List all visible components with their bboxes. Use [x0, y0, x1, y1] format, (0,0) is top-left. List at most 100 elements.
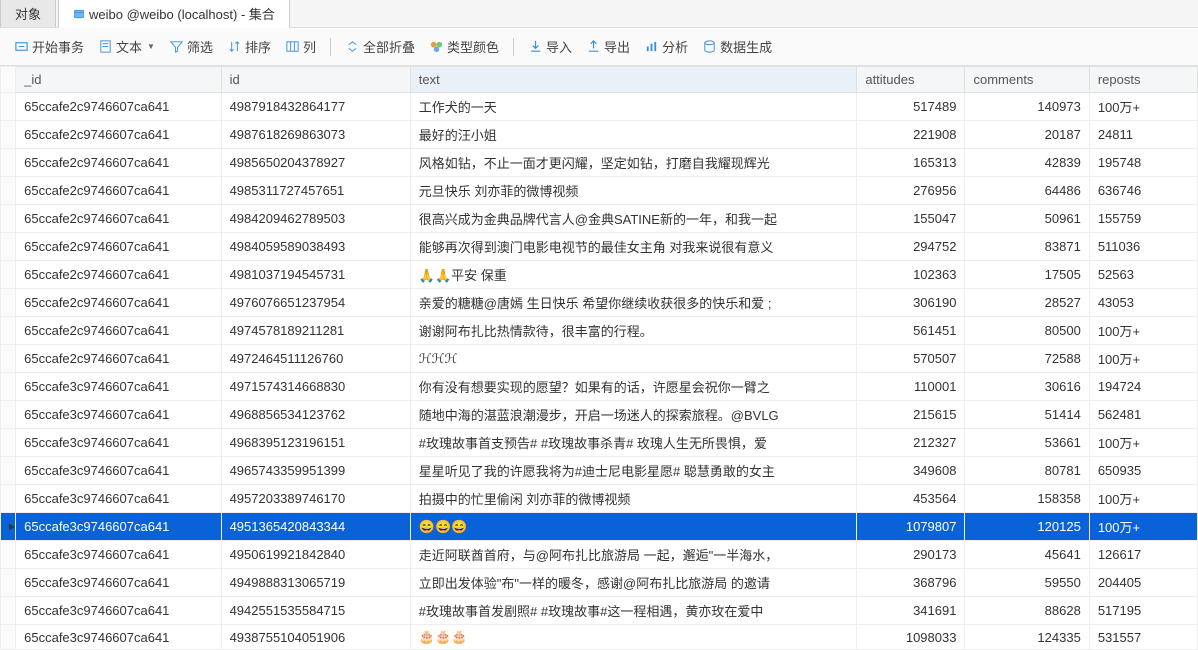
cell-id[interactable]: 4971574314668830	[221, 373, 410, 401]
cell-reposts[interactable]: 100万+	[1089, 513, 1197, 541]
cell-text[interactable]: #玫瑰故事首发剧照# #玫瑰故事#这一程相遇，黄亦玫在爱中	[410, 597, 857, 625]
row-handle[interactable]	[1, 513, 16, 541]
cell-comments[interactable]: 28527	[965, 289, 1089, 317]
cell-comments[interactable]: 83871	[965, 233, 1089, 261]
cell-reposts[interactable]: 650935	[1089, 457, 1197, 485]
cell-oid[interactable]: 65ccafe2c9746607ca641	[16, 345, 221, 373]
cell-text[interactable]: 随地中海的湛蓝浪潮漫步，开启一场迷人的探索旅程。@BVLG	[410, 401, 857, 429]
row-handle[interactable]	[1, 373, 16, 401]
row-handle[interactable]	[1, 121, 16, 149]
cell-reposts[interactable]: 100万+	[1089, 485, 1197, 513]
cell-reposts[interactable]: 100万+	[1089, 93, 1197, 121]
cell-oid[interactable]: 65ccafe2c9746607ca641	[16, 93, 221, 121]
cell-text[interactable]: 元旦快乐 刘亦菲的微博视频	[410, 177, 857, 205]
cell-oid[interactable]: 65ccafe2c9746607ca641	[16, 149, 221, 177]
table-row[interactable]: 65ccafe3c9746607ca6414942551535584715#玫瑰…	[1, 597, 1198, 625]
cell-attitudes[interactable]: 1098033	[857, 625, 965, 650]
cell-reposts[interactable]: 636746	[1089, 177, 1197, 205]
cell-oid[interactable]: 65ccafe3c9746607ca641	[16, 429, 221, 457]
table-row[interactable]: 65ccafe3c9746607ca6414968395123196151#玫瑰…	[1, 429, 1198, 457]
cell-oid[interactable]: 65ccafe2c9746607ca641	[16, 177, 221, 205]
cell-comments[interactable]: 88628	[965, 597, 1089, 625]
cell-attitudes[interactable]: 341691	[857, 597, 965, 625]
cell-attitudes[interactable]: 368796	[857, 569, 965, 597]
cell-id[interactable]: 4942551535584715	[221, 597, 410, 625]
cell-reposts[interactable]: 531557	[1089, 625, 1197, 650]
col-header-text[interactable]: text	[410, 67, 857, 93]
cell-comments[interactable]: 158358	[965, 485, 1089, 513]
cell-reposts[interactable]: 562481	[1089, 401, 1197, 429]
type-color-button[interactable]: 类型颜色	[423, 34, 505, 59]
cell-comments[interactable]: 42839	[965, 149, 1089, 177]
table-row[interactable]: 65ccafe3c9746607ca6414949888313065719立即出…	[1, 569, 1198, 597]
tab-collection[interactable]: weibo @weibo (localhost) - 集合	[58, 0, 290, 28]
begin-transaction-button[interactable]: 开始事务	[8, 34, 90, 59]
cell-id[interactable]: 4950619921842840	[221, 541, 410, 569]
table-row[interactable]: 65ccafe3c9746607ca6414957203389746170拍摄中…	[1, 485, 1198, 513]
cell-oid[interactable]: 65ccafe2c9746607ca641	[16, 289, 221, 317]
cell-oid[interactable]: 65ccafe2c9746607ca641	[16, 261, 221, 289]
row-handle[interactable]	[1, 233, 16, 261]
row-handle[interactable]	[1, 485, 16, 513]
cell-comments[interactable]: 124335	[965, 625, 1089, 650]
cell-attitudes[interactable]: 276956	[857, 177, 965, 205]
cell-oid[interactable]: 65ccafe2c9746607ca641	[16, 205, 221, 233]
cell-comments[interactable]: 51414	[965, 401, 1089, 429]
col-header-id[interactable]: id	[221, 67, 410, 93]
col-header-reposts[interactable]: reposts	[1089, 67, 1197, 93]
cell-attitudes[interactable]: 110001	[857, 373, 965, 401]
cell-text[interactable]: 你有没有想要实现的愿望？如果有的话，许愿星会祝你一臂之	[410, 373, 857, 401]
data-gen-button[interactable]: 数据生成	[696, 34, 778, 59]
table-row[interactable]: 65ccafe2c9746607ca6414974578189211281谢谢阿…	[1, 317, 1198, 345]
cell-id[interactable]: 4957203389746170	[221, 485, 410, 513]
table-row[interactable]: 65ccafe2c9746607ca6414984209462789503很高兴…	[1, 205, 1198, 233]
cell-id[interactable]: 4985650204378927	[221, 149, 410, 177]
cell-comments[interactable]: 80781	[965, 457, 1089, 485]
cell-reposts[interactable]: 100万+	[1089, 317, 1197, 345]
cell-oid[interactable]: 65ccafe3c9746607ca641	[16, 401, 221, 429]
row-handle[interactable]	[1, 597, 16, 625]
cell-text[interactable]: 星星听见了我的许愿我将为#迪士尼电影星愿# 聪慧勇敢的女主	[410, 457, 857, 485]
cell-attitudes[interactable]: 155047	[857, 205, 965, 233]
cell-text[interactable]: 🎂🎂🎂	[410, 625, 857, 650]
row-handle[interactable]	[1, 317, 16, 345]
row-handle[interactable]	[1, 345, 16, 373]
cell-reposts[interactable]: 100万+	[1089, 345, 1197, 373]
cell-comments[interactable]: 45641	[965, 541, 1089, 569]
table-row[interactable]: 65ccafe3c9746607ca6414968856534123762随地中…	[1, 401, 1198, 429]
cell-comments[interactable]: 20187	[965, 121, 1089, 149]
cell-attitudes[interactable]: 165313	[857, 149, 965, 177]
table-row[interactable]: 65ccafe2c9746607ca6414981037194545731🙏🙏平…	[1, 261, 1198, 289]
cell-comments[interactable]: 80500	[965, 317, 1089, 345]
cell-comments[interactable]: 17505	[965, 261, 1089, 289]
row-handle[interactable]	[1, 289, 16, 317]
row-handle[interactable]	[1, 429, 16, 457]
cell-oid[interactable]: 65ccafe2c9746607ca641	[16, 317, 221, 345]
text-button[interactable]: 文本 ▼	[92, 34, 161, 59]
cell-reposts[interactable]: 517195	[1089, 597, 1197, 625]
cell-id[interactable]: 4938755104051906	[221, 625, 410, 650]
cell-text[interactable]: 最好的汪小姐	[410, 121, 857, 149]
tab-objects[interactable]: 对象	[0, 0, 56, 27]
data-grid[interactable]: _id id text attitudes comments reposts 6…	[0, 66, 1198, 650]
col-header-attitudes[interactable]: attitudes	[857, 67, 965, 93]
cell-text[interactable]: 拍摄中的忙里偷闲 刘亦菲的微博视频	[410, 485, 857, 513]
analyze-button[interactable]: 分析	[638, 34, 694, 59]
cell-comments[interactable]: 120125	[965, 513, 1089, 541]
cell-reposts[interactable]: 194724	[1089, 373, 1197, 401]
table-row[interactable]: 65ccafe2c9746607ca6414985311727457651元旦快…	[1, 177, 1198, 205]
table-row[interactable]: 65ccafe2c9746607ca6414985650204378927风格如…	[1, 149, 1198, 177]
cell-oid[interactable]: 65ccafe3c9746607ca641	[16, 625, 221, 650]
import-button[interactable]: 导入	[522, 34, 578, 59]
row-handle[interactable]	[1, 569, 16, 597]
cell-id[interactable]: 4984209462789503	[221, 205, 410, 233]
cell-attitudes[interactable]: 221908	[857, 121, 965, 149]
row-handle[interactable]	[1, 401, 16, 429]
cell-text[interactable]: 工作犬的一天	[410, 93, 857, 121]
cell-id[interactable]: 4987918432864177	[221, 93, 410, 121]
row-handle[interactable]	[1, 205, 16, 233]
cell-id[interactable]: 4968395123196151	[221, 429, 410, 457]
cell-id[interactable]: 4974578189211281	[221, 317, 410, 345]
cell-comments[interactable]: 30616	[965, 373, 1089, 401]
cell-reposts[interactable]: 204405	[1089, 569, 1197, 597]
